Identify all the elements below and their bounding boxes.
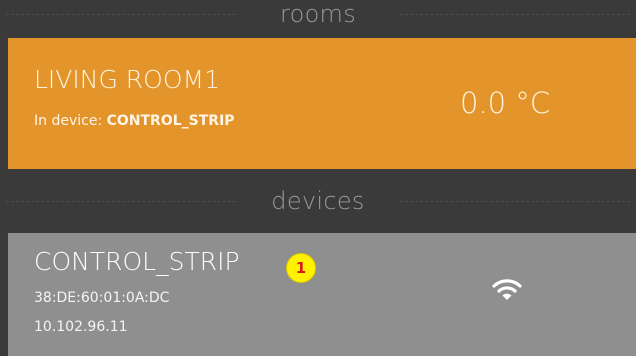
- header-rule-right: [400, 14, 630, 15]
- room-device-name: CONTROL_STRIP: [106, 113, 235, 129]
- room-name: LIVING ROOM1: [34, 65, 220, 94]
- room-device-prefix: In device:: [34, 113, 107, 129]
- header-rule-left: [6, 201, 236, 202]
- room-card[interactable]: LIVING ROOM1 In device: CONTROL_STRIP 0.…: [8, 38, 636, 169]
- rooms-header-label: rooms: [279, 0, 357, 28]
- room-device-info: In device: CONTROL_STRIP: [34, 113, 235, 129]
- header-rule-left: [6, 14, 236, 15]
- annotation-badge: 1: [286, 253, 316, 283]
- devices-header-label: devices: [271, 187, 365, 215]
- device-ip-address: 10.102.96.11: [34, 319, 128, 335]
- wifi-icon: [492, 275, 522, 303]
- header-rule-right: [400, 201, 630, 202]
- devices-section-header: devices: [0, 169, 636, 233]
- device-card[interactable]: CONTROL_STRIP 1 38:DE:60:01:0A:DC 10.102…: [8, 233, 636, 356]
- device-name: CONTROL_STRIP: [34, 247, 240, 276]
- rooms-section-header: rooms: [0, 0, 636, 38]
- device-mac-address: 38:DE:60:01:0A:DC: [34, 290, 170, 306]
- room-temperature: 0.0 °C: [460, 86, 551, 120]
